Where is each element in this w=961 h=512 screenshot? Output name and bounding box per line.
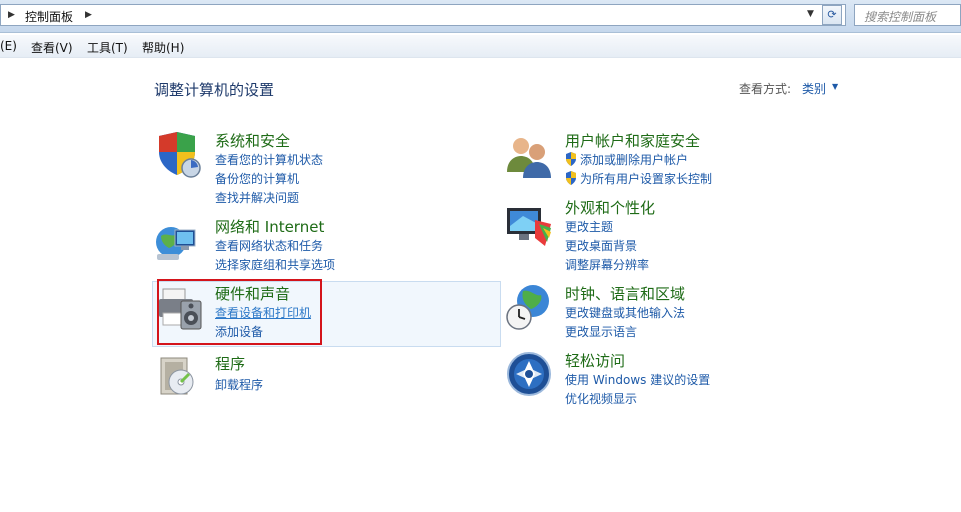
link-parental-controls-label: 为所有用户设置家长控制 [580, 172, 713, 186]
refresh-icon: ⟳ [827, 8, 837, 21]
link-homegroup-sharing[interactable]: 选择家庭组和共享选项 [215, 256, 335, 273]
ease-of-access-icon[interactable] [505, 350, 553, 398]
link-recommended-settings[interactable]: 使用 Windows 建议的设置 [565, 371, 710, 388]
address-input[interactable]: ▶ 控制面板 ▶ ▼ [0, 4, 846, 26]
link-parental-controls[interactable]: 为所有用户设置家长控制 [565, 170, 712, 187]
category-hardware-sound[interactable]: 硬件和声音 [215, 283, 290, 304]
menu-tools[interactable]: 工具(T) [87, 39, 128, 56]
breadcrumb-arrow-icon[interactable]: ▶ [8, 10, 15, 20]
category-user-accounts[interactable]: 用户帐户和家庭安全 [565, 130, 700, 151]
menu-edit[interactable]: (E) [0, 39, 17, 53]
link-optimize-display[interactable]: 优化视频显示 [565, 390, 637, 407]
link-change-theme[interactable]: 更改主题 [565, 218, 613, 235]
refresh-button[interactable]: ⟳ [822, 5, 842, 25]
link-screen-resolution[interactable]: 调整屏幕分辨率 [565, 256, 649, 273]
menu-view[interactable]: 查看(V) [31, 39, 73, 56]
link-troubleshoot[interactable]: 查找并解决问题 [215, 189, 299, 206]
menu-help[interactable]: 帮助(H) [142, 39, 184, 56]
link-add-remove-users-label: 添加或删除用户帐户 [580, 153, 689, 167]
link-add-remove-users[interactable]: 添加或删除用户帐户 [565, 151, 688, 168]
link-devices-printers[interactable]: 查看设备和打印机 [215, 304, 311, 321]
category-programs[interactable]: 程序 [215, 353, 245, 374]
system-security-shield-icon[interactable] [155, 130, 203, 178]
link-keyboard-input[interactable]: 更改键盘或其他输入法 [565, 304, 685, 321]
link-view-computer-status[interactable]: 查看您的计算机状态 [215, 151, 323, 168]
category-network-internet[interactable]: 网络和 Internet [215, 216, 324, 237]
link-network-status[interactable]: 查看网络状态和任务 [215, 237, 323, 254]
address-dropdown-icon[interactable]: ▼ [807, 9, 814, 19]
programs-icon[interactable] [155, 352, 203, 400]
view-by-chevron-icon[interactable]: ▼ [832, 82, 838, 91]
breadcrumb-arrow-icon[interactable]: ▶ [85, 10, 92, 20]
view-by-dropdown[interactable]: 类别 [802, 80, 826, 97]
search-placeholder: 搜索控制面板 [864, 10, 937, 24]
category-system-security[interactable]: 系统和安全 [215, 130, 290, 151]
uac-shield-icon [566, 171, 576, 185]
user-accounts-icon[interactable] [505, 132, 553, 180]
address-bar: ▶ 控制面板 ▶ ▼ ⟳ 搜索控制面板 [0, 0, 961, 33]
search-input[interactable]: 搜索控制面板 [854, 4, 961, 26]
uac-shield-icon [566, 152, 576, 166]
view-by-label: 查看方式: [739, 82, 792, 96]
link-uninstall-program[interactable]: 卸载程序 [215, 376, 263, 393]
category-clock-language-region[interactable]: 时钟、语言和区域 [565, 283, 685, 304]
appearance-monitor-icon[interactable] [505, 202, 553, 250]
printer-speaker-icon[interactable] [157, 285, 205, 333]
network-globe-icon[interactable] [153, 218, 201, 266]
clock-globe-icon[interactable] [505, 283, 553, 331]
link-change-background[interactable]: 更改桌面背景 [565, 237, 637, 254]
page-title: 调整计算机的设置 [154, 81, 275, 99]
link-add-device[interactable]: 添加设备 [215, 323, 263, 340]
link-display-language[interactable]: 更改显示语言 [565, 323, 637, 340]
category-ease-of-access[interactable]: 轻松访问 [565, 350, 625, 371]
link-backup-computer[interactable]: 备份您的计算机 [215, 170, 299, 187]
menu-bar: (E) 查看(V) 工具(T) 帮助(H) [0, 35, 961, 58]
category-appearance[interactable]: 外观和个性化 [565, 197, 655, 218]
breadcrumb-control-panel[interactable]: 控制面板 [25, 8, 73, 25]
